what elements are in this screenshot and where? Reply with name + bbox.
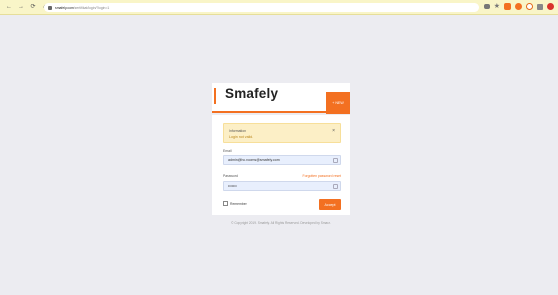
remember-checkbox[interactable] bbox=[223, 201, 228, 206]
forward-icon[interactable]: → bbox=[18, 3, 24, 11]
email-label: Email bbox=[223, 149, 232, 153]
profile-avatar-icon[interactable] bbox=[547, 3, 554, 10]
password-label: Password bbox=[223, 174, 238, 178]
extensions-bar: ★ bbox=[483, 3, 554, 10]
new-button[interactable]: + NEW bbox=[326, 92, 350, 114]
back-icon[interactable]: ← bbox=[6, 3, 12, 11]
remember-label: Remember bbox=[230, 201, 247, 206]
browser-toolbar: ← → ⟳ ⌂ smafely.com /zertifikat/login/?l… bbox=[0, 0, 558, 15]
lock-icon bbox=[48, 5, 52, 10]
extension-icon[interactable] bbox=[515, 3, 522, 10]
url-host: smafely.com bbox=[55, 5, 74, 10]
info-alert: Information Login not valid. × bbox=[223, 123, 341, 143]
url-path: /zertifikat/login/?login=1 bbox=[73, 5, 110, 10]
password-field[interactable]: ••••••• bbox=[223, 181, 341, 191]
puzzle-icon[interactable] bbox=[537, 3, 543, 10]
footer-copyright: © Copyright 2019. Smafely. All Rights Re… bbox=[231, 221, 331, 225]
star-icon[interactable]: ★ bbox=[494, 3, 500, 10]
reload-icon[interactable]: ⟳ bbox=[30, 3, 36, 11]
field-menu-icon[interactable] bbox=[333, 184, 338, 189]
remember-toggle[interactable]: Remember bbox=[223, 201, 247, 206]
alert-message: Login not valid. bbox=[229, 135, 254, 139]
shield-extension-icon[interactable] bbox=[504, 3, 511, 10]
brand-accent-bar bbox=[214, 88, 216, 104]
email-field[interactable]: admin@hc.rooms@smafely.com bbox=[223, 155, 341, 165]
key-icon[interactable] bbox=[483, 4, 490, 9]
login-form: Information Login not valid. × Email adm… bbox=[212, 115, 350, 215]
email-value: admin@hc.rooms@smafely.com bbox=[228, 158, 280, 162]
close-icon[interactable]: × bbox=[332, 128, 335, 134]
alert-title: Information bbox=[229, 129, 246, 133]
password-value: ••••••• bbox=[228, 184, 237, 188]
accept-button[interactable]: Accept bbox=[319, 199, 341, 210]
forgot-password-link[interactable]: Forgotten password reset bbox=[303, 174, 341, 178]
address-bar[interactable]: smafely.com /zertifikat/login/?login=1 bbox=[44, 3, 479, 12]
field-menu-icon[interactable] bbox=[333, 158, 338, 163]
ring-extension-icon[interactable] bbox=[526, 3, 533, 10]
brand-title: Smafely bbox=[225, 86, 279, 101]
